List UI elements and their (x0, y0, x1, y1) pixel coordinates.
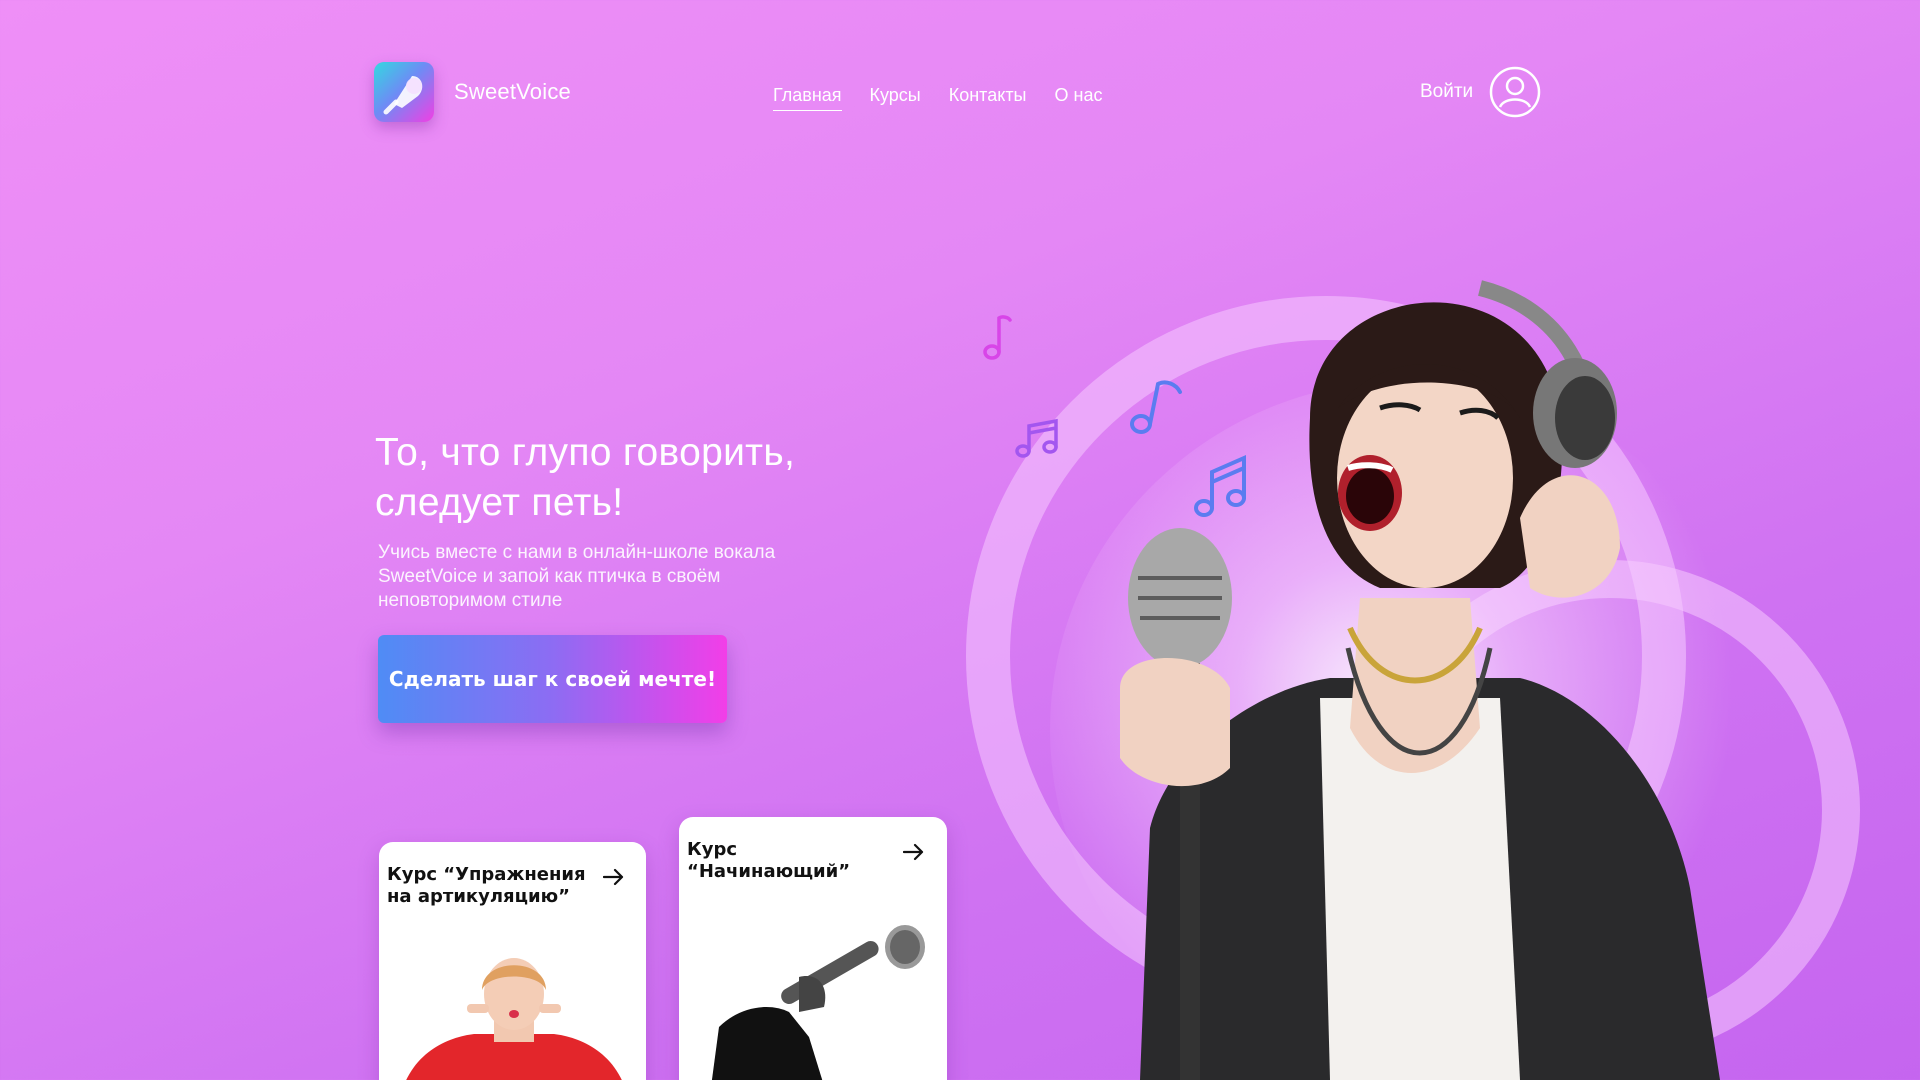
login-link[interactable]: Войти (1420, 81, 1473, 103)
hero-subtitle-line: Учись вместе с нами в онлайн-школе вокал… (378, 542, 776, 563)
hero-title-line: следует петь! (375, 481, 624, 524)
hero-title-line: То, что глупо говорить, (375, 431, 796, 474)
course-card-photo (711, 925, 925, 1080)
course-card-title: Курс “Упражнения на артикуляцию” (387, 864, 597, 908)
music-notes-icon (1015, 418, 1058, 458)
user-icon[interactable] (1489, 66, 1541, 118)
course-card-title-line: на артикуляцию” (387, 886, 570, 907)
course-card-title-line: Курс “Начинающий” (687, 839, 851, 882)
music-note-icon (983, 315, 1012, 360)
nav-item-contacts[interactable]: Контакты (949, 85, 1027, 111)
nav-item-about[interactable]: О нас (1055, 85, 1103, 111)
brand-name: SweetVoice (454, 79, 571, 104)
arrow-right-icon[interactable] (903, 843, 925, 861)
course-card-title-line: Курс “Упражнения (387, 864, 586, 885)
nav-item-home[interactable]: Главная (773, 85, 842, 111)
hero-title: То, что глупо говорить, следует петь! (375, 428, 935, 528)
course-card-articulation[interactable]: Курс “Упражнения на артикуляцию” (379, 842, 646, 1080)
login-area[interactable]: Войти (1420, 66, 1541, 118)
course-card-title: Курс “Начинающий” (687, 839, 897, 883)
singer-photo (1120, 280, 1720, 1080)
arrow-right-icon[interactable] (603, 868, 625, 886)
hero-subtitle: Учись вместе с нами в онлайн-школе вокал… (378, 541, 898, 613)
nav-item-courses[interactable]: Курсы (870, 85, 921, 111)
main-nav: Главная Курсы Контакты О нас (773, 85, 1102, 111)
brand-logo[interactable]: SweetVoice (374, 62, 571, 122)
microphone-logo-icon (374, 62, 434, 122)
course-card-photo (406, 958, 622, 1080)
cta-button[interactable]: Сделать шаг к своей мечте! (378, 635, 727, 723)
hero-subtitle-line: SweetVoice и запой как птичка в своём (378, 566, 721, 587)
hero-subtitle-line: неповторимом стиле (378, 590, 563, 611)
course-card-beginner[interactable]: Курс “Начинающий” (679, 817, 947, 1080)
